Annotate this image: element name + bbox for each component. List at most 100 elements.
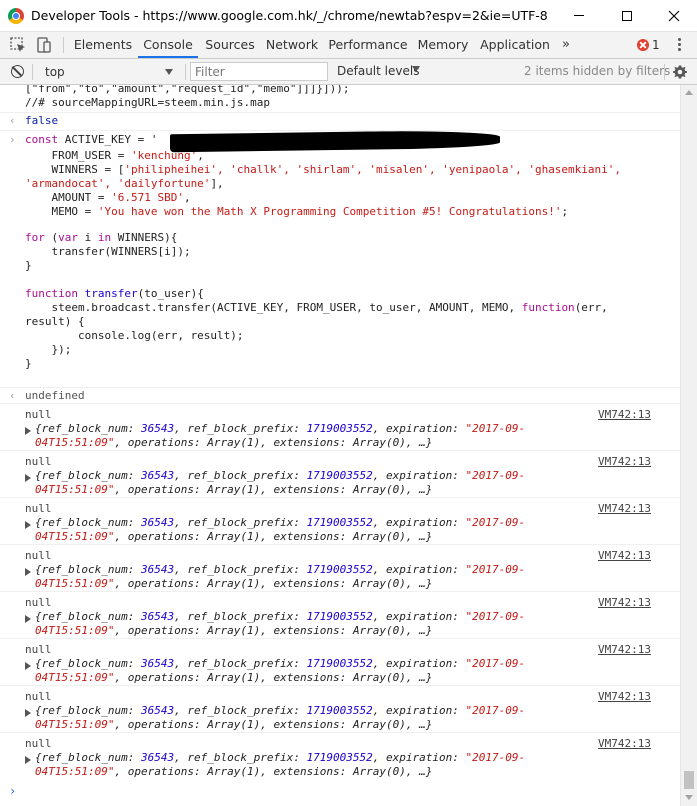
- object-preview-line1[interactable]: {ref_block_num: 36543, ref_block_prefix:…: [35, 704, 525, 717]
- log-entry: null VM742:13 {ref_block_num: 36543, ref_b…: [0, 403, 680, 450]
- toolbar-divider: [32, 64, 33, 80]
- tab-memory[interactable]: Memory: [414, 32, 472, 58]
- maximize-button[interactable]: [604, 0, 650, 31]
- source-link[interactable]: VM742:13: [598, 502, 651, 515]
- log-entry: null VM742:13 {ref_block_num: 36543, ref_b…: [0, 591, 680, 638]
- code-line: for (var i in WINNERS){: [25, 231, 178, 244]
- expand-triangle-icon[interactable]: [25, 709, 31, 717]
- source-link[interactable]: VM742:13: [598, 549, 651, 562]
- source-link[interactable]: VM742:13: [598, 690, 651, 703]
- code-line: function transfer(to_user){: [25, 287, 204, 300]
- scrollbar-thumb[interactable]: [684, 771, 694, 789]
- log-label: null: [25, 502, 52, 515]
- tab-performance[interactable]: Performance: [328, 32, 408, 58]
- tabs-divider: [63, 37, 64, 53]
- close-button[interactable]: [651, 0, 697, 31]
- expand-triangle-icon[interactable]: [25, 615, 31, 623]
- device-toolbar-icon[interactable]: [35, 36, 53, 54]
- minimize-icon: [574, 15, 584, 16]
- gear-icon[interactable]: [672, 64, 688, 80]
- tab-elements[interactable]: Elements: [72, 32, 134, 58]
- object-preview-line2[interactable]: 04T15:51:09", operations: Array(1), exte…: [35, 671, 432, 684]
- object-preview-line1[interactable]: {ref_block_num: 36543, ref_block_prefix:…: [35, 610, 525, 623]
- object-preview-line2[interactable]: 04T15:51:09", operations: Array(1), exte…: [35, 624, 432, 637]
- source-link[interactable]: VM742:13: [598, 455, 651, 468]
- expand-triangle-icon[interactable]: [25, 521, 31, 529]
- object-preview-line2[interactable]: 04T15:51:09", operations: Array(1), exte…: [35, 530, 432, 543]
- chrome-icon: [8, 8, 24, 24]
- scroll-up-icon[interactable]: [685, 90, 693, 95]
- object-preview-line1[interactable]: {ref_block_num: 36543, ref_block_prefix:…: [35, 751, 525, 764]
- log-entry: null VM742:13 {ref_block_num: 36543, ref_b…: [0, 497, 680, 544]
- context-selector[interactable]: top: [37, 62, 181, 82]
- console-line: //# sourceMappingURL=steem.min.js.map: [25, 96, 271, 109]
- log-levels-dropdown[interactable]: Default levels: [337, 64, 419, 78]
- result-value: undefined: [25, 389, 85, 402]
- source-link[interactable]: VM742:13: [598, 408, 651, 421]
- hidden-items-info: 2 items hidden by filters: [524, 64, 671, 78]
- more-tabs-button[interactable]: »: [562, 37, 570, 52]
- chevron-down-icon: [165, 69, 173, 75]
- console-line: ["from","to","amount","request_id","memo…: [25, 85, 350, 95]
- expand-triangle-icon[interactable]: [25, 662, 31, 670]
- log-label: null: [25, 596, 52, 609]
- object-preview-line2[interactable]: 04T15:51:09", operations: Array(1), exte…: [35, 436, 432, 449]
- expand-triangle-icon[interactable]: [25, 568, 31, 576]
- code-line: result) {: [25, 315, 85, 328]
- tab-network[interactable]: Network: [263, 32, 321, 58]
- object-preview-line1[interactable]: {ref_block_num: 36543, ref_block_prefix:…: [35, 657, 525, 670]
- log-label: null: [25, 549, 52, 562]
- object-preview-line2[interactable]: 04T15:51:09", operations: Array(1), exte…: [35, 765, 432, 778]
- row-divider: [0, 387, 680, 388]
- console-output[interactable]: ["from","to","amount","request_id","memo…: [0, 85, 680, 806]
- code-line: WINNERS = ['philipheihei', 'challk', 'sh…: [25, 163, 622, 176]
- code-line: 'armandocat', 'dailyfortune'],: [25, 177, 224, 190]
- console-scrollbar[interactable]: [680, 85, 697, 806]
- log-label: null: [25, 643, 52, 656]
- code-line: });: [25, 343, 72, 356]
- tab-application[interactable]: Application: [478, 32, 552, 58]
- source-link[interactable]: VM742:13: [598, 643, 651, 656]
- clear-console-icon[interactable]: [11, 65, 24, 78]
- log-label: null: [25, 737, 52, 750]
- expand-triangle-icon[interactable]: [25, 427, 31, 435]
- more-options-icon[interactable]: [678, 38, 682, 52]
- minimize-button[interactable]: [556, 0, 602, 31]
- console-toolbar: top Default levels 2 items hidden by fil…: [0, 59, 697, 85]
- window-title: Developer Tools - https://www.google.com…: [31, 8, 548, 23]
- input-arrow-icon: ›: [9, 133, 16, 146]
- code-line: const ACTIVE_KEY = ': [25, 133, 158, 146]
- object-preview-line1[interactable]: {ref_block_num: 36543, ref_block_prefix:…: [35, 516, 525, 529]
- chevron-down-icon: [412, 66, 420, 72]
- result-value: false: [25, 114, 59, 127]
- code-line: MEMO = 'You have won the Math X Programm…: [25, 205, 569, 218]
- tab-console[interactable]: Console: [138, 32, 198, 58]
- object-preview-line2[interactable]: 04T15:51:09", operations: Array(1), exte…: [35, 577, 432, 590]
- toolbar-divider: [664, 64, 665, 80]
- maximize-icon: [622, 10, 632, 21]
- result-arrow-icon: ‹: [9, 389, 16, 402]
- error-count[interactable]: 1: [652, 38, 660, 52]
- code-line: console.log(err, result);: [25, 329, 244, 342]
- filter-input[interactable]: [190, 62, 328, 81]
- console-input-prompt[interactable]: ›: [9, 784, 16, 798]
- log-label: null: [25, 455, 52, 468]
- object-preview-line1[interactable]: {ref_block_num: 36543, ref_block_prefix:…: [35, 422, 525, 435]
- object-preview-line1[interactable]: {ref_block_num: 36543, ref_block_prefix:…: [35, 563, 525, 576]
- toolbar-divider: [185, 64, 186, 80]
- inspect-element-icon[interactable]: [9, 36, 27, 54]
- source-link[interactable]: VM742:13: [598, 596, 651, 609]
- object-preview-line2[interactable]: 04T15:51:09", operations: Array(1), exte…: [35, 718, 432, 731]
- scroll-down-icon[interactable]: [685, 795, 693, 800]
- log-entry: null VM742:13 {ref_block_num: 36543, ref_b…: [0, 638, 680, 685]
- tab-sources[interactable]: Sources: [202, 32, 258, 58]
- error-icon[interactable]: [637, 39, 649, 51]
- source-link[interactable]: VM742:13: [598, 737, 651, 750]
- expand-triangle-icon[interactable]: [25, 756, 31, 764]
- object-preview-line1[interactable]: {ref_block_num: 36543, ref_block_prefix:…: [35, 469, 525, 482]
- object-preview-line2[interactable]: 04T15:51:09", operations: Array(1), exte…: [35, 483, 432, 496]
- expand-triangle-icon[interactable]: [25, 474, 31, 482]
- window-title-bar: Developer Tools - https://www.google.com…: [0, 0, 697, 32]
- log-levels-label: Default levels: [337, 64, 420, 78]
- close-icon: [668, 10, 680, 21]
